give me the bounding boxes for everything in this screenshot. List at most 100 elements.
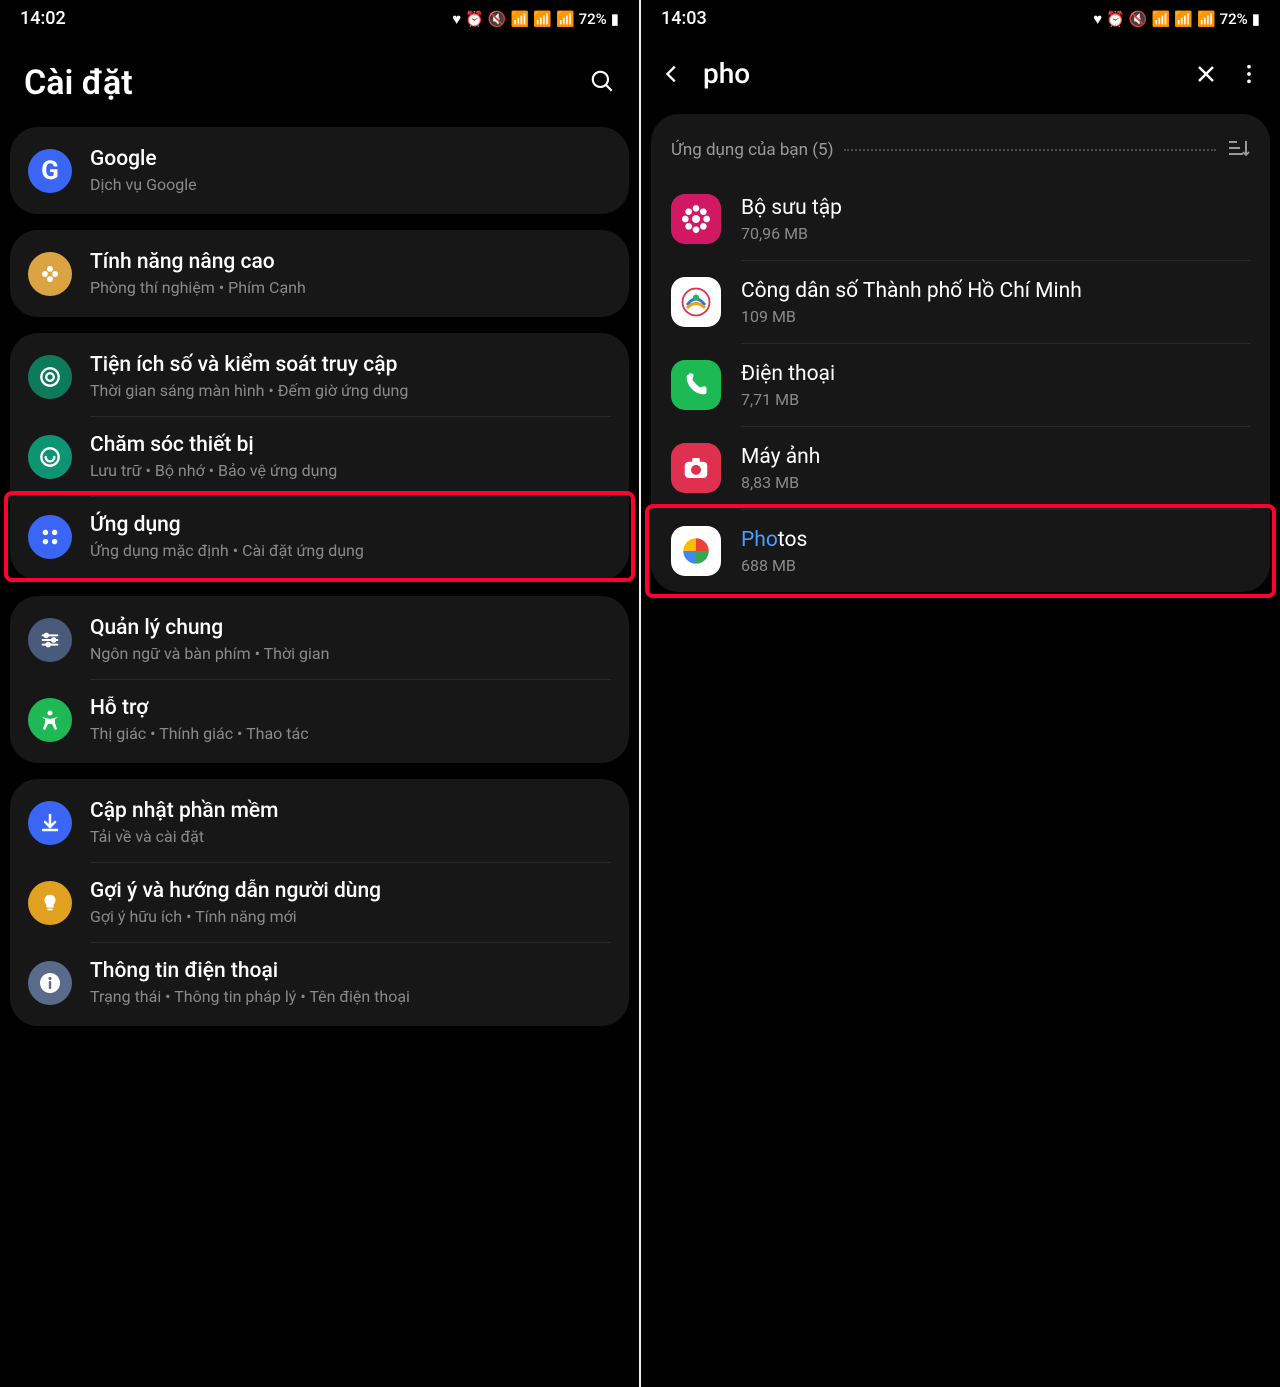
row-text: Tính năng nâng cao Phòng thí nghiệm • Ph… — [90, 250, 611, 297]
back-button[interactable] — [661, 63, 683, 85]
settings-row-update[interactable]: Cập nhật phần mềm Tải về và cài đặt — [10, 783, 629, 862]
tips-icon — [28, 881, 72, 925]
phone-right: 14:03 ♥⏰🔇📶📶📶 72%▮ pho Ứng dụng của bạ — [641, 0, 1280, 1387]
phone-left: 14:02 ♥⏰🔇📶📶📶 72%▮ Cài đặt G Google Dịch … — [0, 0, 639, 1387]
match-highlight: Pho — [741, 528, 778, 552]
general-icon — [28, 618, 72, 662]
app-text: Photos 688 MB — [741, 528, 1250, 575]
page-title: Cài đặt — [24, 63, 133, 103]
row-subtitle: Thị giác • Thính giác • Thao tác — [90, 724, 611, 743]
dots-divider — [844, 149, 1216, 151]
apps-section: Ứng dụng của bạn (5) Bộ sưu tập 70,96 MB… — [651, 114, 1270, 592]
app-row-phone[interactable]: Điện thoại 7,71 MB — [651, 344, 1270, 426]
row-title: Chăm sóc thiết bị — [90, 433, 611, 457]
row-title: Thông tin điện thoại — [90, 959, 611, 983]
row-text: Chăm sóc thiết bị Lưu trữ • Bộ nhớ • Bảo… — [90, 433, 611, 480]
settings-group: Cập nhật phần mềm Tải về và cài đặt Gợi … — [10, 779, 629, 1026]
app-title: Photos — [741, 528, 1250, 552]
settings-header: Cài đặt — [0, 33, 639, 127]
row-subtitle: Ứng dụng mặc định • Cài đặt ứng dụng — [90, 541, 611, 560]
row-subtitle: Gợi ý hữu ích • Tính năng mới — [90, 907, 611, 926]
more-button[interactable] — [1238, 63, 1260, 85]
app-row-hcm[interactable]: Công dân số Thành phố Hồ Chí Minh 109 MB — [651, 261, 1270, 343]
row-title: Google — [90, 147, 611, 171]
access-icon — [28, 698, 72, 742]
settings-group: Tính năng nâng cao Phòng thí nghiệm • Ph… — [10, 230, 629, 317]
row-text: Cập nhật phần mềm Tải về và cài đặt — [90, 799, 611, 846]
row-title: Tiện ích số và kiểm soát truy cập — [90, 353, 611, 377]
row-text: Tiện ích số và kiểm soát truy cập Thời g… — [90, 353, 611, 400]
row-title: Tính năng nâng cao — [90, 250, 611, 274]
row-title: Hỗ trợ — [90, 696, 611, 720]
app-title: Máy ảnh — [741, 445, 1250, 469]
flower-icon — [28, 252, 72, 296]
row-subtitle: Trạng thái • Thông tin pháp lý • Tên điệ… — [90, 987, 611, 1006]
info-icon — [28, 961, 72, 1005]
app-row-camera[interactable]: Máy ảnh 8,83 MB — [651, 427, 1270, 509]
digital-icon — [28, 355, 72, 399]
app-size: 70,96 MB — [741, 224, 1250, 243]
camera-app-icon — [671, 443, 721, 493]
settings-row-tips[interactable]: Gợi ý và hướng dẫn người dùng Gợi ý hữu … — [10, 863, 629, 942]
search-icon — [589, 68, 615, 94]
settings-row-flower[interactable]: Tính năng nâng cao Phòng thí nghiệm • Ph… — [10, 234, 629, 313]
row-subtitle: Thời gian sáng màn hình • Đếm giờ ứng dụ… — [90, 381, 611, 400]
status-bar: 14:03 ♥⏰🔇📶📶📶 72%▮ — [641, 0, 1280, 33]
status-bar: 14:02 ♥⏰🔇📶📶📶 72%▮ — [0, 0, 639, 33]
row-subtitle: Lưu trữ • Bộ nhớ • Bảo vệ ứng dụng — [90, 461, 611, 480]
app-text: Máy ảnh 8,83 MB — [741, 445, 1250, 492]
row-subtitle: Ngôn ngữ và bàn phím • Thời gian — [90, 644, 611, 663]
settings-group: Quản lý chung Ngôn ngữ và bàn phím • Thờ… — [10, 596, 629, 763]
more-vert-icon — [1238, 63, 1260, 85]
app-text: Điện thoại 7,71 MB — [741, 362, 1250, 409]
row-title: Cập nhật phần mềm — [90, 799, 611, 823]
search-input[interactable]: pho — [703, 57, 1174, 90]
settings-row-access[interactable]: Hỗ trợ Thị giác • Thính giác • Thao tác — [10, 680, 629, 759]
hcm-app-icon — [671, 277, 721, 327]
app-size: 7,71 MB — [741, 390, 1250, 409]
google-icon: G — [28, 149, 72, 193]
settings-row-info[interactable]: Thông tin điện thoại Trạng thái • Thông … — [10, 943, 629, 1022]
row-title: Gợi ý và hướng dẫn người dùng — [90, 879, 611, 903]
settings-list[interactable]: G Google Dịch vụ Google Tính năng nâng c… — [0, 127, 639, 1387]
settings-row-digital[interactable]: Tiện ích số và kiểm soát truy cập Thời g… — [10, 337, 629, 416]
search-button[interactable] — [589, 68, 615, 98]
settings-group: G Google Dịch vụ Google — [10, 127, 629, 214]
row-subtitle: Phòng thí nghiệm • Phím Cạnh — [90, 278, 611, 297]
search-header: pho — [641, 33, 1280, 114]
care-icon — [28, 435, 72, 479]
app-size: 8,83 MB — [741, 473, 1250, 492]
app-title: Bộ sưu tập — [741, 196, 1250, 220]
app-text: Bộ sưu tập 70,96 MB — [741, 196, 1250, 243]
close-icon — [1194, 62, 1218, 86]
row-text: Google Dịch vụ Google — [90, 147, 611, 194]
section-header: Ứng dụng của bạn (5) — [651, 128, 1270, 178]
app-title: Điện thoại — [741, 362, 1250, 386]
sort-button[interactable] — [1226, 136, 1250, 164]
app-row-photos[interactable]: Photos 688 MB — [651, 510, 1270, 592]
settings-row-general[interactable]: Quản lý chung Ngôn ngữ và bàn phím • Thờ… — [10, 600, 629, 679]
status-icons: ♥⏰🔇📶📶📶 72%▮ — [1093, 10, 1260, 28]
row-title: Quản lý chung — [90, 616, 611, 640]
row-text: Thông tin điện thoại Trạng thái • Thông … — [90, 959, 611, 1006]
app-text: Công dân số Thành phố Hồ Chí Minh 109 MB — [741, 279, 1250, 326]
section-label: Ứng dụng của bạn (5) — [671, 140, 834, 160]
settings-row-care[interactable]: Chăm sóc thiết bị Lưu trữ • Bộ nhớ • Bảo… — [10, 417, 629, 496]
row-subtitle: Dịch vụ Google — [90, 175, 611, 194]
row-subtitle: Tải về và cài đặt — [90, 827, 611, 846]
row-text: Gợi ý và hướng dẫn người dùng Gợi ý hữu … — [90, 879, 611, 926]
chevron-left-icon — [661, 63, 683, 85]
app-row-gallery[interactable]: Bộ sưu tập 70,96 MB — [651, 178, 1270, 260]
search-results[interactable]: Ứng dụng của bạn (5) Bộ sưu tập 70,96 MB… — [641, 114, 1280, 1387]
settings-row-apps[interactable]: Ứng dụng Ứng dụng mặc định • Cài đặt ứng… — [10, 497, 629, 576]
settings-row-google[interactable]: G Google Dịch vụ Google — [10, 131, 629, 210]
phone-app-icon — [671, 360, 721, 410]
update-icon — [28, 801, 72, 845]
app-size: 688 MB — [741, 556, 1250, 575]
gallery-app-icon — [671, 194, 721, 244]
photos-app-icon — [671, 526, 721, 576]
clear-search-button[interactable] — [1194, 62, 1218, 86]
sort-icon — [1226, 136, 1250, 160]
status-time: 14:02 — [20, 8, 66, 29]
status-icons: ♥⏰🔇📶📶📶 72%▮ — [452, 10, 619, 28]
